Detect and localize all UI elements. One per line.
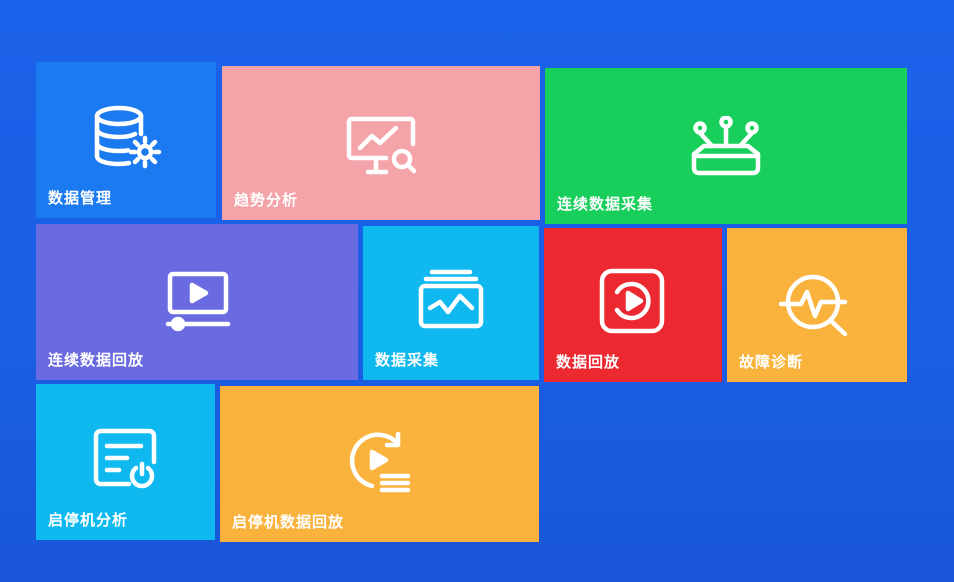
tile-label: 启停机分析 (48, 511, 129, 529)
tile-label: 趋势分析 (234, 191, 299, 209)
video-player-icon (164, 270, 232, 332)
report-power-icon (93, 428, 157, 490)
tile-label: 数据采集 (375, 351, 440, 369)
trend-monitor-icon (346, 116, 418, 176)
tile-trend-analysis[interactable]: 趋势分析 (222, 66, 540, 220)
sensor-hub-icon (690, 116, 762, 178)
replay-play-icon (599, 268, 665, 334)
tile-data-management[interactable]: 数据管理 (36, 62, 216, 218)
tile-label: 连续数据采集 (557, 195, 654, 213)
tile-label: 数据回放 (556, 353, 621, 371)
tile-label: 数据管理 (48, 189, 113, 207)
waveform-stack-icon (418, 268, 484, 330)
tile-fault-diagnosis[interactable]: 故障诊断 (727, 228, 907, 382)
tile-start-stop-playback[interactable]: 启停机数据回放 (220, 386, 539, 542)
tile-data-playback[interactable]: 数据回放 (544, 228, 722, 382)
tile-label: 连续数据回放 (48, 351, 145, 369)
database-gear-icon (93, 104, 165, 172)
tile-continuous-acquisition[interactable]: 连续数据采集 (545, 68, 907, 224)
tile-data-acquisition[interactable]: 数据采集 (363, 226, 539, 380)
tile-continuous-playback[interactable]: 连续数据回放 (36, 224, 358, 380)
diagnosis-pulse-icon (779, 272, 853, 338)
refresh-play-list-icon (348, 428, 412, 494)
tile-label: 故障诊断 (739, 353, 804, 371)
tile-start-stop-analysis[interactable]: 启停机分析 (36, 384, 215, 540)
tile-label: 启停机数据回放 (232, 513, 345, 531)
